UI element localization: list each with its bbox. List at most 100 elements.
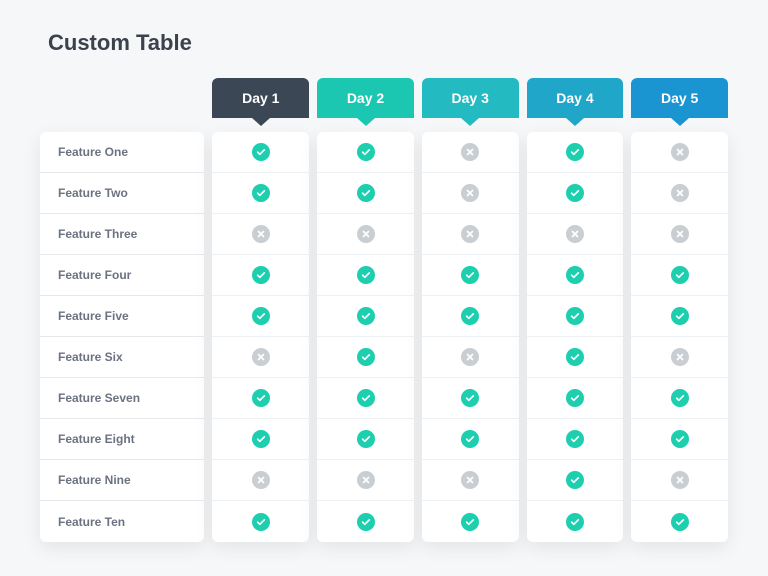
data-cell <box>317 419 414 460</box>
data-column: Day 4 <box>527 78 624 542</box>
data-cell <box>527 255 624 296</box>
cross-icon <box>252 348 270 366</box>
data-cell <box>527 419 624 460</box>
check-icon <box>566 266 584 284</box>
data-cell <box>527 337 624 378</box>
data-cell <box>317 378 414 419</box>
data-cell <box>422 419 519 460</box>
check-icon <box>357 430 375 448</box>
data-cell <box>212 501 309 542</box>
check-icon <box>566 307 584 325</box>
data-cell <box>631 296 728 337</box>
check-icon <box>671 266 689 284</box>
comparison-table: Feature OneFeature TwoFeature ThreeFeatu… <box>40 78 728 542</box>
check-icon <box>357 143 375 161</box>
cross-icon <box>461 471 479 489</box>
data-cell <box>212 419 309 460</box>
check-icon <box>566 513 584 531</box>
check-icon <box>252 266 270 284</box>
data-cell <box>527 296 624 337</box>
check-icon <box>252 143 270 161</box>
data-column: Day 5 <box>631 78 728 542</box>
data-cell <box>527 501 624 542</box>
column-header: Day 5 <box>631 78 728 118</box>
column-header-label: Day 3 <box>452 90 489 106</box>
column-header-label: Day 4 <box>556 90 593 106</box>
cross-icon <box>671 143 689 161</box>
column-header: Day 1 <box>212 78 309 118</box>
data-cell <box>631 378 728 419</box>
data-column: Day 1 <box>212 78 309 542</box>
data-cell <box>317 173 414 214</box>
data-cell <box>317 460 414 501</box>
check-icon <box>566 348 584 366</box>
data-column: Day 2 <box>317 78 414 542</box>
data-cell <box>422 132 519 173</box>
check-icon <box>461 307 479 325</box>
check-icon <box>671 430 689 448</box>
cross-icon <box>566 225 584 243</box>
data-cell <box>422 255 519 296</box>
data-cell <box>212 378 309 419</box>
check-icon <box>566 389 584 407</box>
check-icon <box>252 389 270 407</box>
column-header-label: Day 1 <box>242 90 279 106</box>
data-cell <box>212 132 309 173</box>
cross-icon <box>671 184 689 202</box>
cross-icon <box>357 225 375 243</box>
cross-icon <box>671 225 689 243</box>
column-body <box>422 132 519 542</box>
row-label: Feature Ten <box>40 501 204 542</box>
column-header: Day 3 <box>422 78 519 118</box>
row-label: Feature Seven <box>40 378 204 419</box>
row-label: Feature Nine <box>40 460 204 501</box>
data-cell <box>422 501 519 542</box>
row-labels-column: Feature OneFeature TwoFeature ThreeFeatu… <box>40 132 204 542</box>
check-icon <box>461 430 479 448</box>
cross-icon <box>461 143 479 161</box>
data-cell <box>317 132 414 173</box>
data-cell <box>527 214 624 255</box>
check-icon <box>357 184 375 202</box>
data-cell <box>422 214 519 255</box>
check-icon <box>252 307 270 325</box>
cross-icon <box>252 471 270 489</box>
data-cell <box>422 337 519 378</box>
data-cell <box>317 214 414 255</box>
cross-icon <box>671 348 689 366</box>
cross-icon <box>357 471 375 489</box>
cross-icon <box>461 184 479 202</box>
data-cell <box>422 378 519 419</box>
data-cell <box>317 255 414 296</box>
data-cell <box>527 132 624 173</box>
cross-icon <box>671 471 689 489</box>
column-header: Day 2 <box>317 78 414 118</box>
data-cell <box>527 378 624 419</box>
data-cell <box>631 132 728 173</box>
cross-icon <box>461 348 479 366</box>
check-icon <box>566 471 584 489</box>
check-icon <box>671 307 689 325</box>
row-label: Feature Five <box>40 296 204 337</box>
data-cell <box>631 337 728 378</box>
row-label: Feature Eight <box>40 419 204 460</box>
row-label: Feature Two <box>40 173 204 214</box>
data-cell <box>212 173 309 214</box>
data-cell <box>317 337 414 378</box>
data-cell <box>212 460 309 501</box>
check-icon <box>566 184 584 202</box>
row-label: Feature Four <box>40 255 204 296</box>
check-icon <box>357 348 375 366</box>
data-column: Day 3 <box>422 78 519 542</box>
check-icon <box>357 389 375 407</box>
check-icon <box>671 513 689 531</box>
column-header: Day 4 <box>527 78 624 118</box>
data-cell <box>317 501 414 542</box>
column-header-label: Day 2 <box>347 90 384 106</box>
row-label: Feature Three <box>40 214 204 255</box>
data-cell <box>631 173 728 214</box>
data-cell <box>317 296 414 337</box>
check-icon <box>566 143 584 161</box>
column-header-label: Day 5 <box>661 90 698 106</box>
page-title: Custom Table <box>48 30 728 56</box>
